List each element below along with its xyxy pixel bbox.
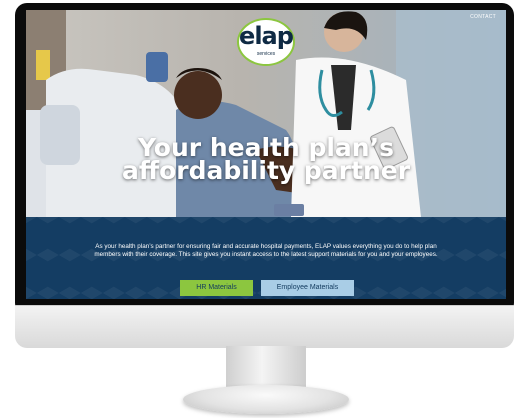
hero-headline: Your health plan’s affordability partner: [26, 135, 506, 185]
monitor-stand-neck: [226, 346, 306, 390]
employee-materials-button[interactable]: Employee Materials: [261, 280, 354, 296]
website-screen: CONTACT elap services Your health plan’s…: [26, 10, 506, 299]
hr-materials-button[interactable]: HR Materials: [180, 280, 253, 296]
logo-subtitle: services: [256, 51, 276, 57]
intro-text: As your health plan’s partner for ensuri…: [94, 243, 438, 258]
logo-wordmark: elap: [239, 22, 294, 50]
contact-link[interactable]: CONTACT: [470, 14, 496, 20]
monitor-chin: [15, 305, 514, 348]
hero-section: CONTACT elap services Your health plan’s…: [26, 10, 506, 217]
elap-logo[interactable]: elap services: [237, 18, 295, 66]
monitor-stand-base: [183, 385, 349, 414]
headline-line-2: affordability partner: [121, 156, 411, 185]
intro-band: As your health plan’s partner for ensuri…: [26, 217, 506, 299]
